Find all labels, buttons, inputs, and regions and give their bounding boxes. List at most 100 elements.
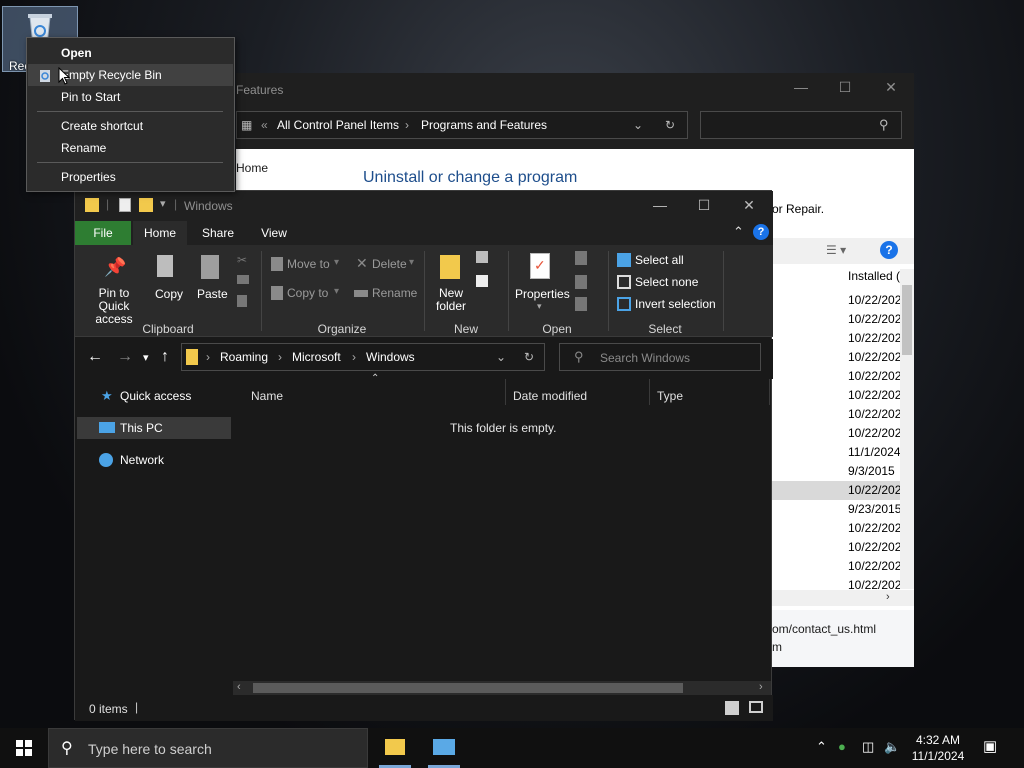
large-icons-view-icon[interactable] [749, 701, 763, 713]
chevron-down-icon[interactable]: ⌄ [496, 350, 506, 364]
breadcrumb-item[interactable]: Microsoft [292, 350, 341, 364]
properties-qat-icon[interactable] [119, 198, 131, 212]
explorer-search-input[interactable]: ⚲ Search Windows [559, 343, 761, 371]
cut-icon[interactable]: ✂ [237, 253, 247, 267]
column-header-type[interactable]: Type [657, 389, 683, 403]
minimize-icon[interactable]: — [786, 79, 816, 99]
select-none-button[interactable]: Select none [635, 275, 698, 289]
delete-button[interactable]: Delete [372, 257, 407, 271]
column-divider[interactable] [505, 379, 506, 405]
chevron-down-icon[interactable]: ⌄ [633, 118, 643, 132]
close-icon[interactable]: ✕ [876, 79, 906, 99]
column-divider[interactable] [769, 379, 770, 405]
new-folder-qat-icon[interactable] [139, 198, 153, 212]
edit-icon[interactable] [575, 275, 587, 289]
explorer-address-bar[interactable]: › Roaming › Microsoft › Windows ⌄ ↻ [181, 343, 545, 371]
select-all-button[interactable]: Select all [635, 253, 684, 267]
scroll-right-icon[interactable]: › [759, 681, 763, 693]
taskbar-clock[interactable]: 4:32 AM 11/1/2024 [905, 732, 971, 764]
breadcrumb-item[interactable]: Roaming [220, 350, 268, 364]
view-options-icon[interactable]: ☰ ▾ [826, 243, 846, 257]
list-item[interactable]: 10/22/202 [848, 407, 901, 421]
recent-locations-icon[interactable]: ▾ [143, 351, 149, 364]
sidebar-item-network[interactable]: Network [77, 449, 231, 471]
minimize-icon[interactable]: — [645, 197, 675, 217]
list-item[interactable]: 10/22/202 [848, 559, 901, 573]
taskbar-search-input[interactable]: ⚲ Type here to search [48, 728, 368, 768]
control-panel-home-link[interactable]: Home [236, 161, 268, 175]
refresh-icon[interactable]: ↻ [524, 350, 534, 364]
cp-vertical-scrollbar[interactable] [900, 269, 914, 589]
help-icon[interactable]: ? [880, 241, 898, 259]
column-header-name[interactable]: Name [251, 389, 283, 403]
list-item[interactable]: 11/1/2024 [848, 445, 901, 459]
taskbar-control-panel[interactable] [420, 728, 468, 768]
column-header-date-modified[interactable]: Date modified [513, 389, 587, 403]
maximize-icon[interactable]: ☐ [689, 197, 719, 217]
new-folder-button[interactable]: New folder [431, 287, 471, 313]
tab-share[interactable]: Share [191, 221, 245, 245]
sidebar-item-this-pc[interactable]: This PC [77, 417, 231, 439]
maximize-icon[interactable]: ☐ [830, 79, 860, 99]
back-arrow-icon[interactable]: ← [87, 348, 103, 366]
pin-to-quick-access-button[interactable]: Pin to Quick access [83, 287, 145, 326]
network-icon[interactable]: ◫ [862, 739, 874, 755]
invert-selection-button[interactable]: Invert selection [635, 297, 716, 311]
copy-button[interactable]: Copy [155, 287, 183, 301]
copy-path-icon[interactable] [237, 275, 249, 284]
cp-horizontal-scrollbar[interactable]: › [772, 590, 914, 606]
history-icon[interactable] [575, 297, 587, 311]
start-button[interactable] [0, 728, 48, 768]
tab-file[interactable]: File [75, 221, 131, 245]
customize-qat-icon[interactable]: ▾ [160, 197, 166, 210]
list-item[interactable]: 10/22/202 [848, 426, 901, 440]
list-item[interactable]: 9/23/2015 [848, 502, 901, 516]
open-icon[interactable] [575, 251, 587, 265]
paste-button[interactable]: Paste [197, 287, 228, 301]
people-icon[interactable]: ● [838, 739, 846, 754]
list-item[interactable]: 10/22/202 [848, 540, 901, 554]
tab-view[interactable]: View [247, 221, 301, 245]
notifications-icon[interactable]: ▣ [983, 737, 997, 755]
new-item-icon[interactable] [476, 251, 488, 263]
paste-shortcut-icon[interactable] [237, 295, 247, 307]
show-hidden-icons-icon[interactable]: ⌃ [816, 739, 827, 755]
forward-arrow-icon[interactable]: → [117, 348, 133, 366]
menu-item-open[interactable]: Open [28, 42, 233, 64]
list-item[interactable]: 10/22/202 [848, 331, 901, 345]
list-item[interactable]: 10/22/202 [848, 350, 901, 364]
menu-item-create-shortcut[interactable]: Create shortcut [28, 115, 233, 137]
cp-address-bar[interactable]: ▦ « All Control Panel Items › Programs a… [236, 111, 688, 139]
file-list-horizontal-scrollbar[interactable]: ‹ › [233, 681, 771, 695]
details-view-icon[interactable] [725, 701, 739, 715]
scroll-thumb[interactable] [253, 683, 683, 693]
list-item[interactable]: 10/22/202 [848, 293, 901, 307]
list-item[interactable]: 10/22/202 [848, 369, 901, 383]
up-arrow-icon[interactable]: ↑ [161, 348, 169, 366]
taskbar-file-explorer[interactable] [371, 728, 419, 768]
sidebar-item-quick-access[interactable]: ★ Quick access [77, 385, 231, 407]
collapse-ribbon-icon[interactable]: ⌃ [733, 224, 744, 240]
copy-to-button[interactable]: Copy to [287, 286, 328, 300]
cp-search-input[interactable]: ⚲ [700, 111, 902, 139]
menu-item-properties[interactable]: Properties [28, 166, 233, 188]
rename-button[interactable]: Rename [372, 286, 417, 300]
list-item[interactable]: 10/22/202 [848, 521, 901, 535]
volume-icon[interactable]: 🔈 [884, 739, 900, 755]
scroll-right-icon[interactable]: › [886, 591, 890, 603]
help-icon[interactable]: ? [753, 224, 769, 240]
list-item[interactable]: 10/22/202 [848, 388, 901, 402]
scroll-thumb[interactable] [902, 285, 912, 355]
close-icon[interactable]: ✕ [734, 197, 764, 217]
breadcrumb-item[interactable]: Programs and Features [421, 118, 547, 132]
refresh-icon[interactable]: ↻ [665, 118, 675, 132]
breadcrumb-item[interactable]: Windows [366, 350, 415, 364]
menu-item-rename[interactable]: Rename [28, 137, 233, 159]
list-item[interactable]: 10/22/202 [848, 483, 901, 497]
easy-access-icon[interactable] [476, 275, 488, 287]
list-item[interactable]: 10/22/202 [848, 312, 901, 326]
breadcrumb-item[interactable]: All Control Panel Items [277, 118, 399, 132]
menu-item-pin-to-start[interactable]: Pin to Start [28, 86, 233, 108]
scroll-left-icon[interactable]: ‹ [237, 681, 241, 693]
installed-on-column-header[interactable]: Installed ( [848, 269, 900, 283]
